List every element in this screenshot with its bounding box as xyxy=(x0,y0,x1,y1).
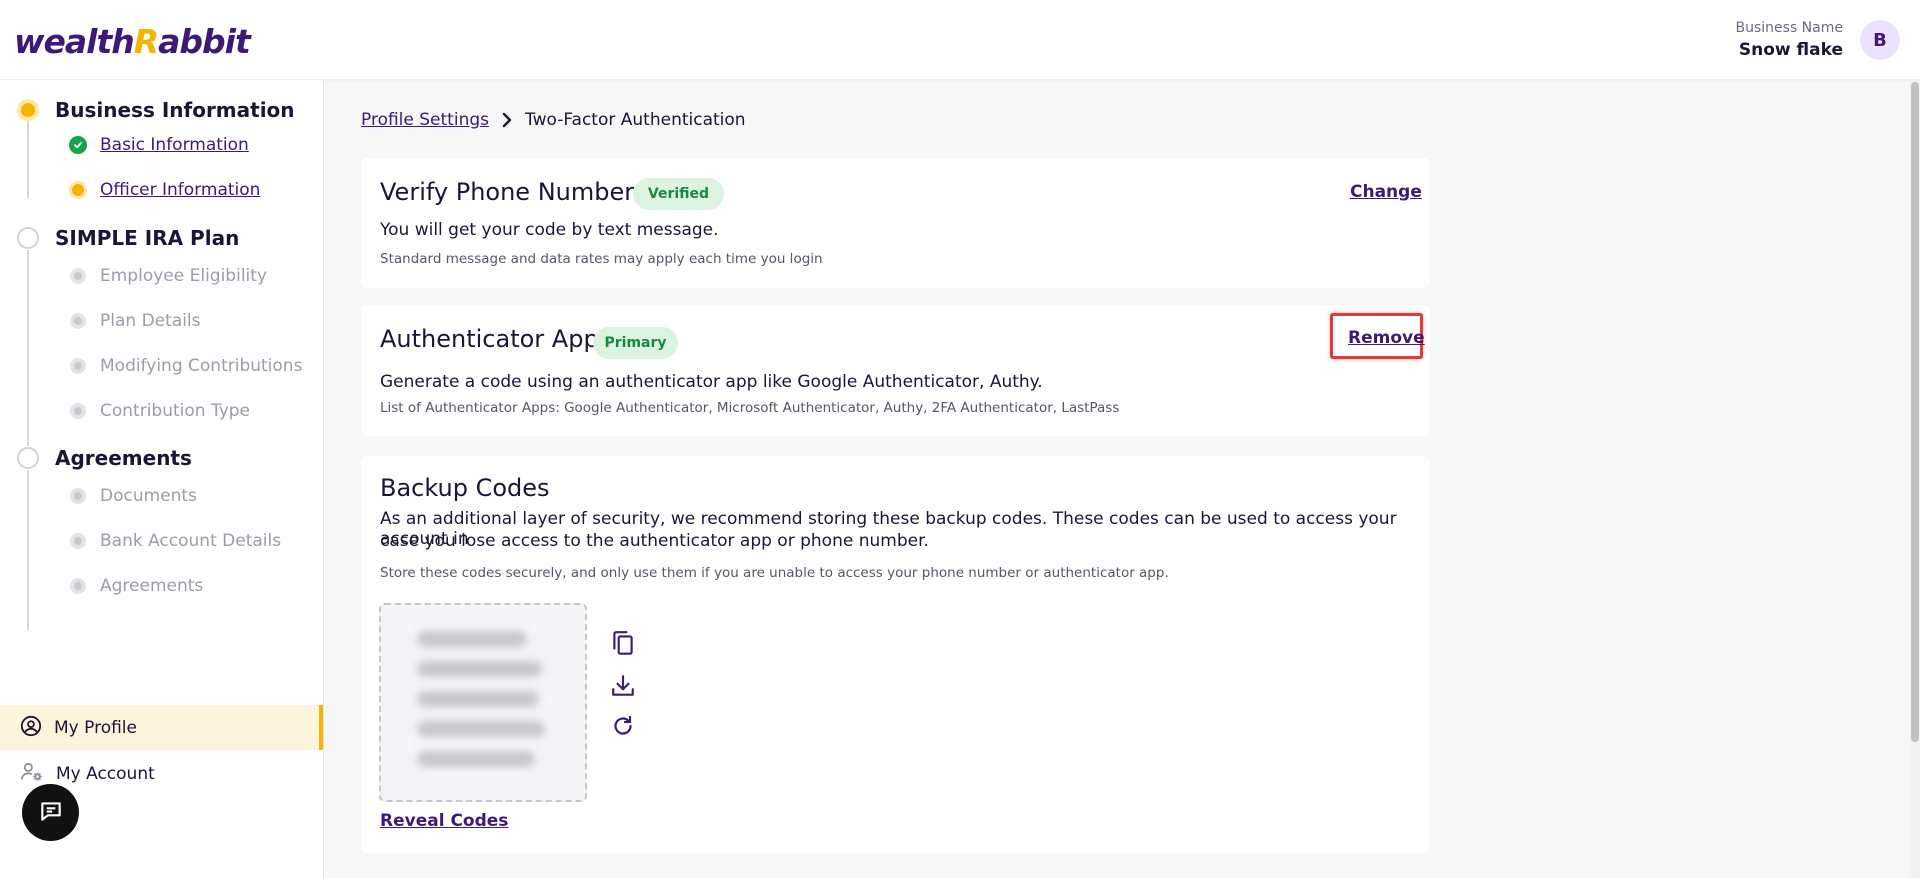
nav-label: My Profile xyxy=(54,717,137,738)
sidebar-item-employee-eligibility[interactable]: Employee Eligibility xyxy=(70,266,267,286)
step-in-progress-icon xyxy=(17,99,39,121)
step-pending-icon xyxy=(70,313,86,329)
sidebar-item-label: Plan Details xyxy=(100,311,201,331)
logo-text-suffix: abbit xyxy=(158,21,251,61)
avatar[interactable]: B xyxy=(1860,20,1900,60)
step-connector-line xyxy=(27,250,29,446)
sidebar-item-label: Agreements xyxy=(100,576,204,596)
card-description: Generate a code using an authenticator a… xyxy=(380,372,1043,392)
sidebar-section-title: Business Information xyxy=(55,98,295,122)
wealthrabbit-logo[interactable]: wealthRabbit xyxy=(14,20,251,62)
sidebar-section-agreements[interactable]: Agreements xyxy=(17,446,192,470)
step-pending-icon xyxy=(70,488,86,504)
check-circle-icon xyxy=(69,136,87,154)
remove-authenticator-link[interactable]: Remove xyxy=(1348,328,1425,348)
scrollbar-thumb[interactable] xyxy=(1911,82,1919,742)
backup-codes-card: Backup Codes As an additional layer of s… xyxy=(361,456,1430,853)
sidebar-item-label: Employee Eligibility xyxy=(100,266,267,286)
step-pending-icon xyxy=(70,403,86,419)
blurred-code xyxy=(417,631,527,647)
card-note: List of Authenticator Apps: Google Authe… xyxy=(380,400,1120,416)
blurred-code xyxy=(417,721,545,737)
sidebar-item-plan-details[interactable]: Plan Details xyxy=(70,311,201,331)
refresh-icon[interactable] xyxy=(608,711,638,741)
sidebar-section-title: SIMPLE IRA Plan xyxy=(55,226,240,250)
sidebar-item-label: Documents xyxy=(100,486,197,506)
chat-icon xyxy=(38,798,64,828)
nav-my-profile[interactable]: My Profile xyxy=(0,705,323,750)
card-note: Store these codes securely, and only use… xyxy=(380,565,1169,581)
logo-text-r: R xyxy=(133,21,159,61)
breadcrumb-profile-settings[interactable]: Profile Settings xyxy=(361,110,489,130)
sidebar-item-label: Basic Information xyxy=(100,135,249,155)
sidebar-item-officer-information[interactable]: Officer Information xyxy=(69,180,260,200)
sidebar-item-documents[interactable]: Documents xyxy=(70,486,197,506)
user-circle-icon xyxy=(20,715,42,741)
sidebar-item-modifying-contributions[interactable]: Modifying Contributions xyxy=(70,356,302,376)
user-settings-icon xyxy=(20,761,44,787)
download-icon[interactable] xyxy=(608,671,638,701)
business-name: Snow flake xyxy=(1738,40,1843,60)
breadcrumb: Profile Settings Two-Factor Authenticati… xyxy=(361,110,746,130)
sidebar-item-bank-account-details[interactable]: Bank Account Details xyxy=(70,531,281,551)
sidebar-item-label: Modifying Contributions xyxy=(100,356,303,376)
sidebar-item-label: Officer Information xyxy=(100,180,261,200)
reveal-codes-link[interactable]: Reveal Codes xyxy=(380,811,508,831)
step-connector-line xyxy=(27,120,29,198)
copy-icon[interactable] xyxy=(608,629,638,659)
top-header: wealthRabbit Business Name Snow flake B xyxy=(0,0,1920,80)
backup-codes-box xyxy=(379,603,587,802)
logo-text-prefix: wealth xyxy=(14,21,135,61)
chat-button[interactable] xyxy=(22,784,79,841)
step-pending-icon xyxy=(70,268,86,284)
sidebar-item-label: Contribution Type xyxy=(100,401,251,421)
business-label: Business Name xyxy=(1735,20,1844,36)
authenticator-app-card: Authenticator App Primary Remove Generat… xyxy=(361,305,1430,436)
card-title: Authenticator App xyxy=(380,325,599,353)
step-pending-icon xyxy=(17,447,39,469)
card-description-line-2: case you lose access to the authenticato… xyxy=(380,531,929,551)
blurred-code xyxy=(417,691,539,707)
nav-label: My Account xyxy=(56,763,155,784)
sidebar: Business Information Basic Information O… xyxy=(0,80,324,878)
sidebar-item-agreements[interactable]: Agreements xyxy=(70,576,203,596)
sidebar-item-basic-information[interactable]: Basic Information xyxy=(69,135,249,155)
blurred-code xyxy=(417,661,542,677)
step-pending-icon xyxy=(17,227,39,249)
phone-verification-card: Verify Phone Number Verified Change You … xyxy=(361,158,1430,288)
sidebar-item-label: Bank Account Details xyxy=(100,531,282,551)
card-title: Backup Codes xyxy=(380,474,550,502)
sidebar-item-contribution-type[interactable]: Contribution Type xyxy=(70,401,250,421)
sidebar-section-title: Agreements xyxy=(55,446,192,470)
step-pending-icon xyxy=(70,533,86,549)
primary-badge: Primary xyxy=(593,327,678,359)
business-info: Business Name Snow flake xyxy=(1736,20,1844,60)
step-connector-line xyxy=(27,470,29,630)
card-title: Verify Phone Number xyxy=(380,178,635,206)
chevron-right-icon xyxy=(501,112,513,128)
step-in-progress-icon xyxy=(69,181,87,199)
card-description: You will get your code by text message. xyxy=(380,220,719,240)
verified-badge: Verified xyxy=(633,178,724,210)
sidebar-section-simple-ira-plan[interactable]: SIMPLE IRA Plan xyxy=(17,226,239,250)
step-pending-icon xyxy=(70,578,86,594)
change-phone-link[interactable]: Change xyxy=(1350,182,1422,202)
sidebar-section-business-information[interactable]: Business Information xyxy=(17,98,295,122)
blurred-code xyxy=(417,751,535,767)
step-pending-icon xyxy=(70,358,86,374)
card-note: Standard message and data rates may appl… xyxy=(380,251,823,267)
breadcrumb-current: Two-Factor Authentication xyxy=(525,110,746,130)
